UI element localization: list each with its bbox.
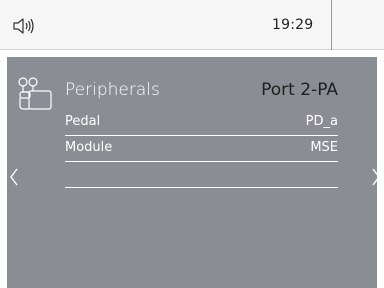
chevron-left-icon[interactable] — [7, 165, 21, 189]
panel-title: Peripherals — [65, 80, 160, 100]
module-value: MSE — [310, 140, 338, 155]
status-bar: 19:29 — [0, 0, 384, 50]
port-label: Port 2-PA — [261, 80, 338, 100]
empty-row[interactable] — [65, 162, 338, 188]
speaker-icon[interactable] — [12, 16, 36, 36]
chevron-right-icon[interactable] — [369, 165, 383, 189]
clock-time: 19:29 — [272, 17, 314, 33]
peripherals-icon — [17, 75, 53, 113]
peripherals-panel: Peripherals Port 2-PA Pedal PD_a Module … — [7, 57, 380, 288]
module-row[interactable]: Module MSE — [65, 136, 338, 162]
status-divider — [331, 0, 332, 50]
pedal-value: PD_a — [305, 114, 338, 129]
module-label: Module — [65, 140, 113, 155]
pedal-label: Pedal — [65, 114, 101, 129]
pedal-row[interactable]: Pedal PD_a — [65, 110, 338, 136]
device-screen: 19:29 Peripherals Port 2-PA Pedal PD_a M… — [0, 0, 384, 288]
